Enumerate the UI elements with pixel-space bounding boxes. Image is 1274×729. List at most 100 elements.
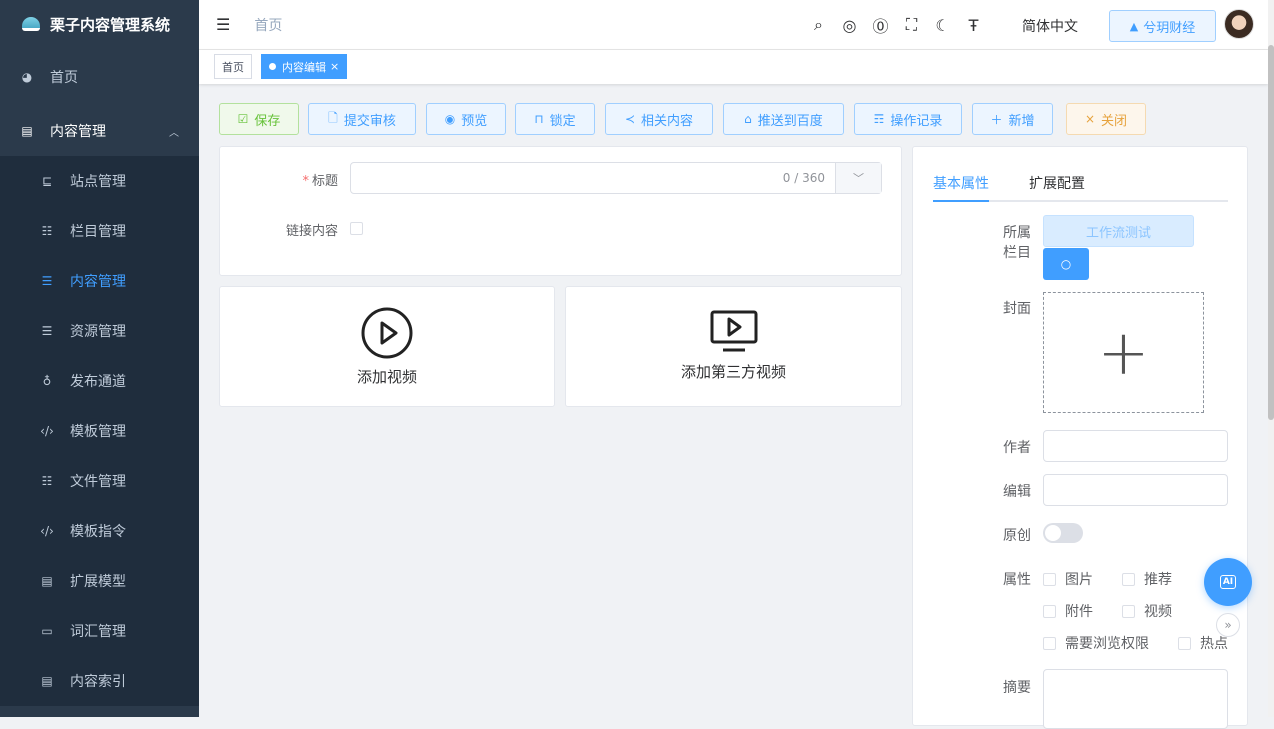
checkbox: [1043, 636, 1056, 650]
sidebar-item-index[interactable]: ▤ 内容索引: [0, 656, 199, 706]
chevron-down-icon: ﹀: [853, 172, 864, 185]
operation-log-button[interactable]: ☶ 操作记录: [854, 103, 962, 135]
search-icon: ○: [1060, 257, 1072, 271]
dashboard-icon: ◕: [21, 70, 33, 84]
tv-play-icon: [710, 310, 757, 352]
sidebar-item-home[interactable]: ◕ 首页: [0, 48, 199, 106]
cover-upload[interactable]: +: [1043, 292, 1204, 413]
tab-extend[interactable]: 扩展配置: [1029, 173, 1085, 193]
app-logo[interactable]: 栗子内容管理系统: [0, 0, 199, 48]
checkbox: [1043, 604, 1056, 618]
breadcrumb[interactable]: 首页: [254, 15, 282, 35]
eye-icon: ◉: [444, 112, 456, 126]
sidebar-item-content[interactable]: ☰ 内容管理: [0, 256, 199, 306]
catalog-label: 所属栏目: [1003, 225, 1031, 261]
attr-attachment[interactable]: 附件: [1043, 601, 1093, 621]
attribute-label: 属性: [1003, 572, 1031, 588]
tag-label: 内容编辑: [282, 60, 326, 74]
button-label: 预览: [461, 113, 488, 129]
sidebar-item-template[interactable]: ‹/› 模板管理: [0, 406, 199, 456]
button-label: 推送到百度: [757, 113, 823, 129]
tag-content-edit[interactable]: 内容编辑 ×: [261, 54, 348, 79]
add-button[interactable]: ＋ 新增: [972, 103, 1053, 135]
sidebar-item-file[interactable]: ☷ 文件管理: [0, 456, 199, 506]
dark-mode-icon[interactable]: ☾: [927, 16, 958, 35]
attr-permission[interactable]: 需要浏览权限: [1043, 633, 1149, 653]
sidebar-item-site[interactable]: ⊑ 站点管理: [0, 156, 199, 206]
sidebar-item-label: 发布通道: [70, 374, 126, 390]
expand-button[interactable]: »: [1216, 613, 1240, 637]
preview-button[interactable]: ◉ 预览: [426, 103, 506, 135]
upload-icon: ⌂: [744, 112, 752, 126]
header-tools: ⌕ ◎ ⓪ ⛶ ☾ Ŧ: [803, 0, 989, 50]
sidebar-item-vocab[interactable]: ▭ 词汇管理: [0, 606, 199, 656]
close-icon[interactable]: ×: [330, 60, 339, 73]
title-label-text: 标题: [311, 174, 338, 189]
search-icon[interactable]: ⌕: [803, 15, 834, 35]
catalog-select-button[interactable]: 工作流测试: [1043, 215, 1194, 247]
document-icon: 🗋: [328, 110, 338, 125]
fullscreen-icon[interactable]: ⛶: [896, 15, 927, 35]
tab-active-bar: [933, 200, 989, 202]
attr-label: 图片: [1065, 572, 1093, 588]
title-counter: 0 / 360: [782, 171, 825, 185]
submit-review-button[interactable]: 🗋 提交审核: [308, 103, 416, 135]
property-tabs: 基本属性 扩展配置: [933, 165, 1228, 202]
editor-input[interactable]: [1043, 474, 1228, 506]
sidebar-item-model[interactable]: ▤ 扩展模型: [0, 556, 199, 606]
close-button[interactable]: × 关闭: [1066, 103, 1146, 135]
logo-icon: [22, 17, 40, 31]
catalog-value: 工作流测试: [1085, 225, 1151, 241]
sidebar-group-content[interactable]: ▤ 内容管理 ︿: [0, 106, 199, 156]
tab-basic[interactable]: 基本属性: [933, 173, 989, 193]
cover-label: 封面: [1003, 301, 1031, 317]
link-content-checkbox[interactable]: [350, 222, 363, 235]
checkbox: [1178, 636, 1191, 650]
share-icon: ≺: [624, 112, 636, 126]
doc-icon: ▤: [41, 674, 53, 688]
avatar[interactable]: [1224, 9, 1254, 39]
sidebar-item-label: 栏目管理: [70, 224, 126, 240]
tag-label: 首页: [222, 60, 244, 74]
code-icon: ‹/›: [40, 424, 54, 438]
catalog-search-button[interactable]: ○: [1043, 248, 1089, 280]
author-input[interactable]: [1043, 430, 1228, 462]
add-video-card[interactable]: 添加视频: [219, 286, 555, 407]
help-icon[interactable]: ⓪: [865, 13, 896, 37]
title-dropdown[interactable]: ﹀: [835, 163, 881, 193]
double-chevron-right-icon: »: [1224, 618, 1232, 632]
attr-video[interactable]: 视频: [1122, 601, 1172, 621]
github-icon[interactable]: ◎: [834, 16, 865, 35]
original-switch[interactable]: [1043, 523, 1083, 543]
sidebar-item-directive[interactable]: ‹/› 模板指令: [0, 506, 199, 556]
tag-icon: ▭: [41, 624, 53, 638]
ai-assistant-button[interactable]: AI: [1204, 558, 1252, 606]
summary-textarea[interactable]: [1043, 669, 1228, 729]
site-icon: ⊑: [41, 174, 53, 188]
attr-hot[interactable]: 热点: [1178, 633, 1228, 653]
lock-button[interactable]: ⊓ 锁定: [515, 103, 595, 135]
sidebar-item-publish[interactable]: ♁ 发布通道: [0, 356, 199, 406]
sidebar-item-catalog[interactable]: ☷ 栏目管理: [0, 206, 199, 256]
save-button[interactable]: ☑ 保存: [219, 103, 299, 135]
title-input[interactable]: 0 / 360 ﹀: [350, 162, 882, 194]
close-icon: ×: [1084, 112, 1096, 126]
font-size-icon[interactable]: Ŧ: [958, 16, 989, 35]
tag-home[interactable]: 首页: [214, 54, 252, 79]
attr-recommend[interactable]: 推荐: [1122, 569, 1172, 589]
tags-view: 首页 内容编辑 ×: [199, 50, 1268, 84]
language-select[interactable]: 简体中文: [1022, 16, 1078, 36]
tree-icon: ☷: [41, 224, 53, 238]
sidebar-item-label: 首页: [50, 70, 78, 86]
scrollbar-thumb[interactable]: [1268, 45, 1274, 420]
summary-label: 摘要: [1003, 680, 1031, 696]
attr-image[interactable]: 图片: [1043, 569, 1093, 589]
button-label: 提交审核: [343, 113, 396, 129]
related-content-button[interactable]: ≺ 相关内容: [605, 103, 713, 135]
add-third-party-video-card[interactable]: 添加第三方视频: [565, 286, 902, 407]
hamburger-icon[interactable]: ☰: [216, 15, 230, 34]
sidebar-item-resource[interactable]: ☰ 资源管理: [0, 306, 199, 356]
editor-label: 编辑: [1003, 484, 1031, 500]
push-baidu-button[interactable]: ⌂ 推送到百度: [723, 103, 844, 135]
tenant-button[interactable]: ▲ 兮玥财经: [1109, 10, 1216, 42]
